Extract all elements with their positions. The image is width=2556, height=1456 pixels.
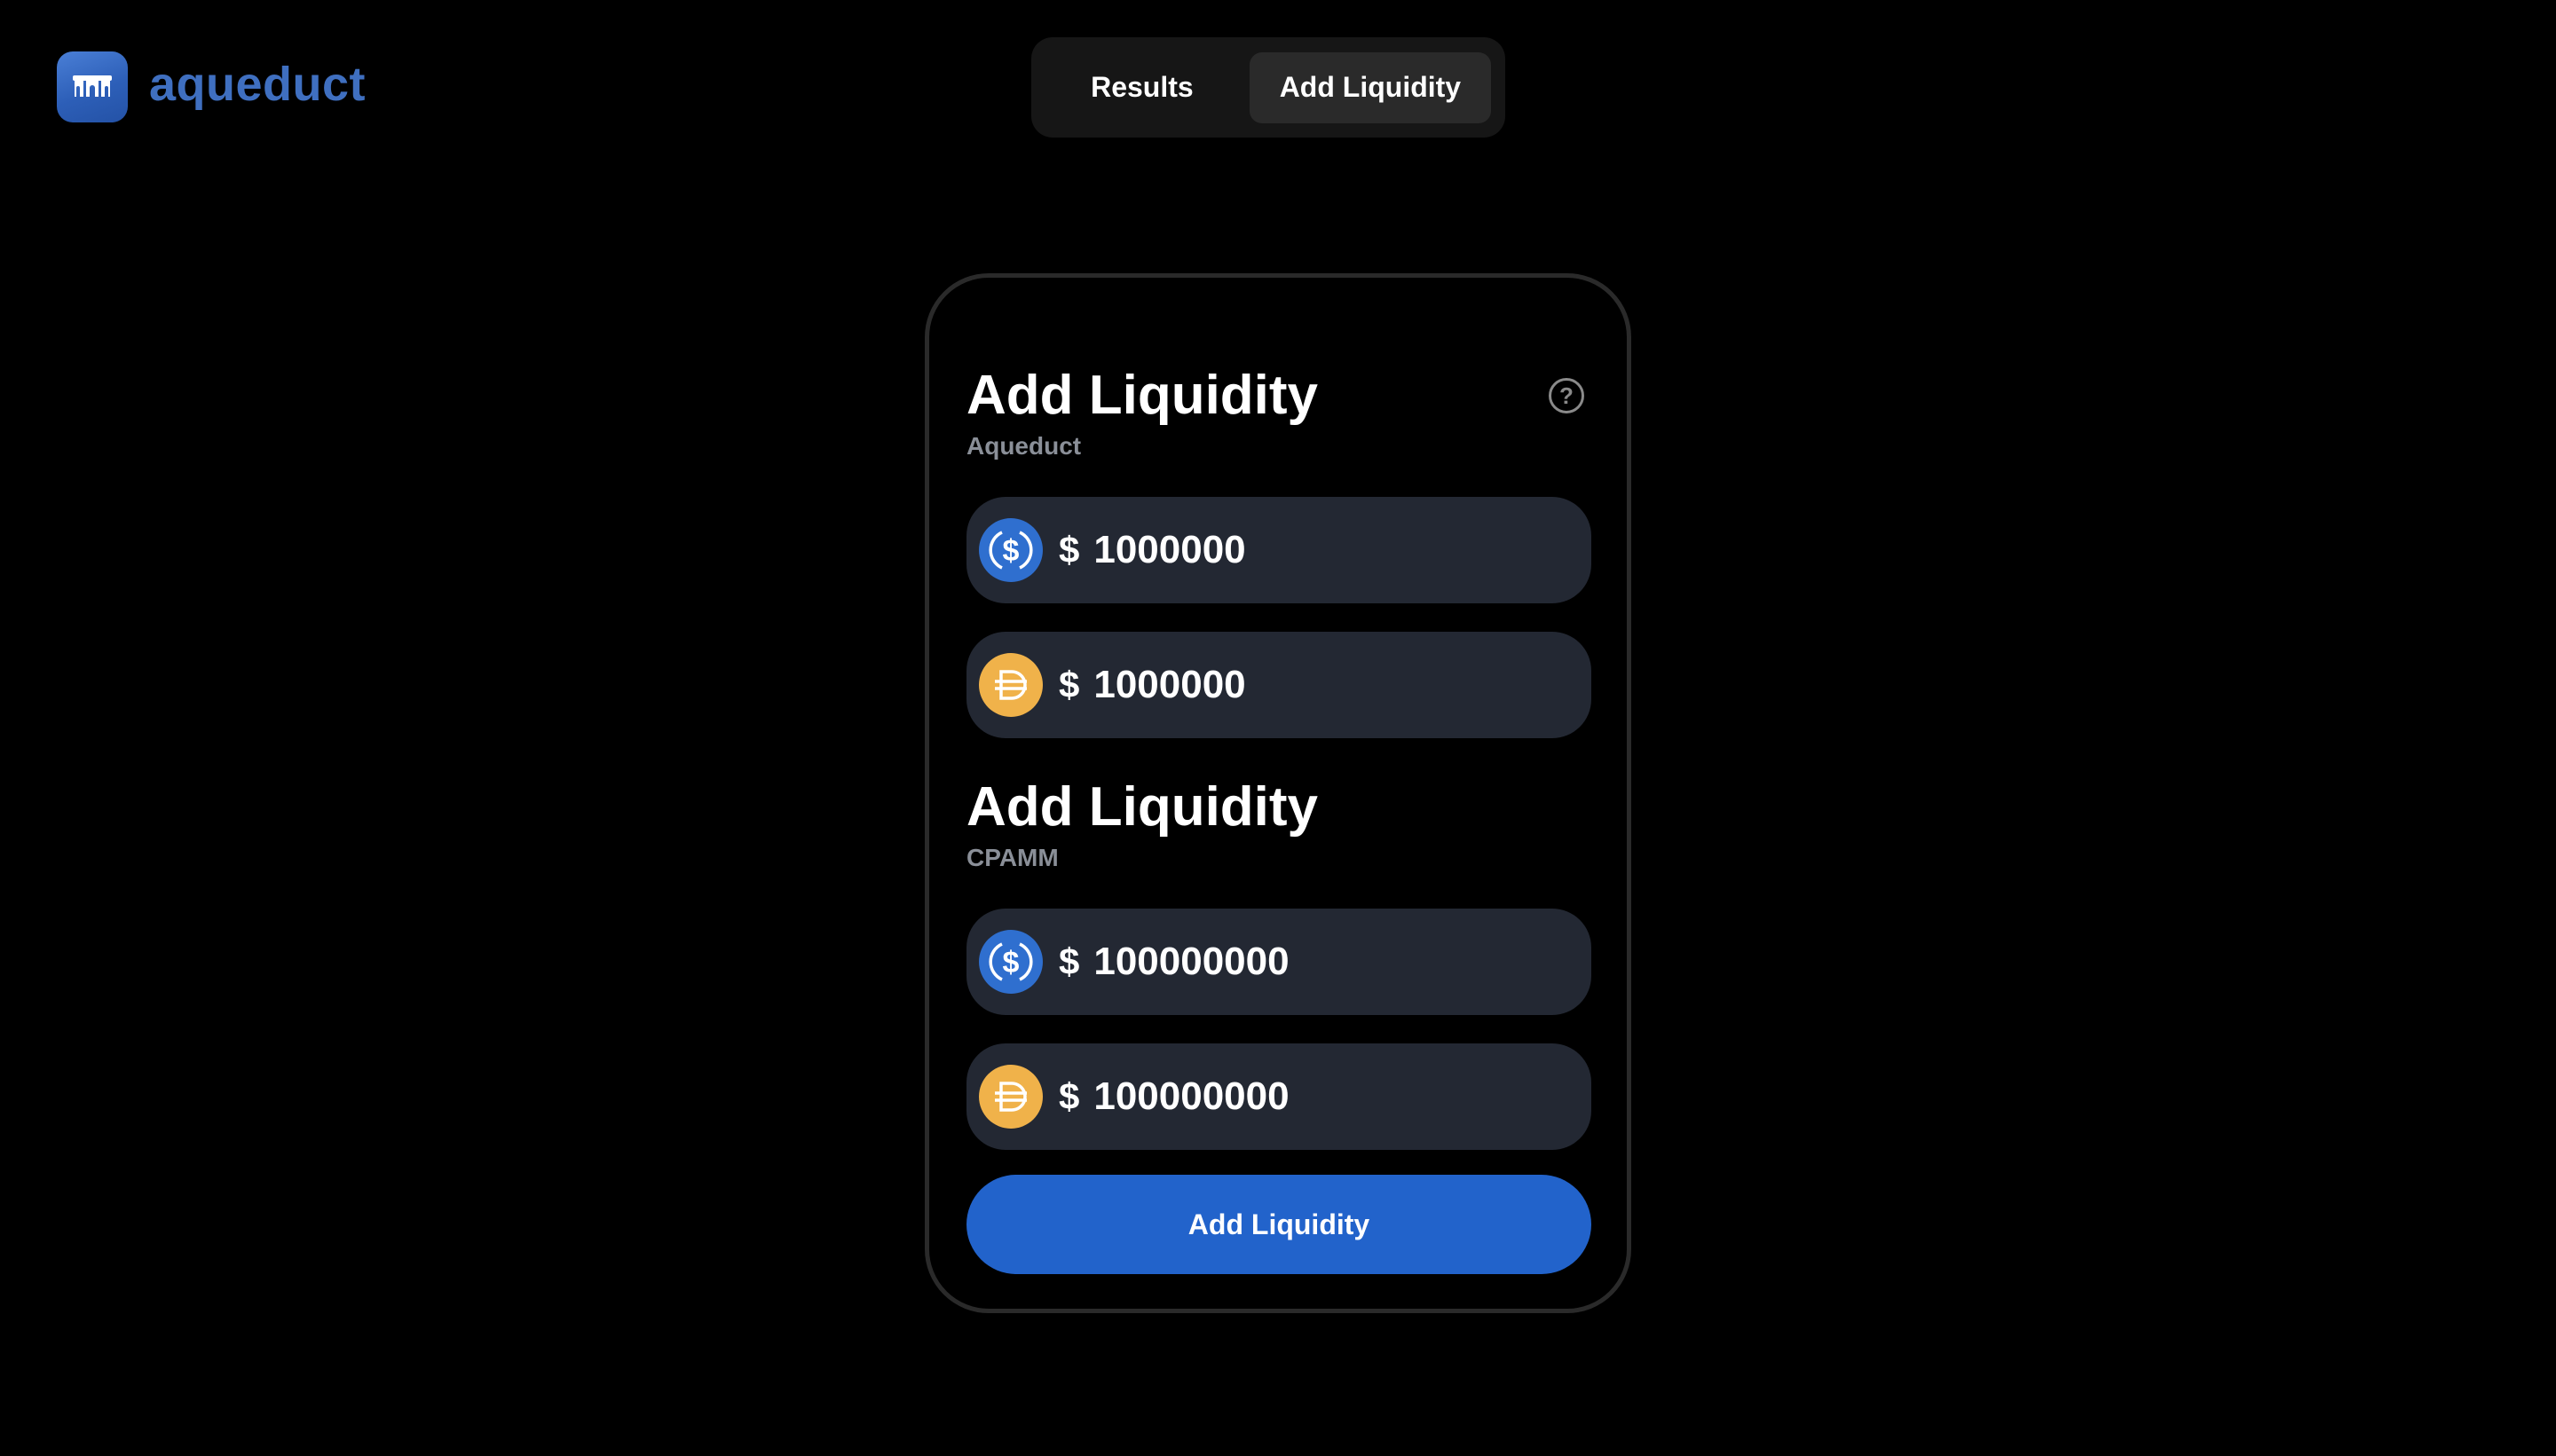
dai-icon: [979, 1065, 1043, 1129]
cpamm-dai-input-row: $: [966, 1043, 1591, 1150]
add-liquidity-card: Add Liquidity Aqueduct ? $ $ 1000000 $ 1…: [925, 273, 1631, 1313]
aqueduct-usdc-input-row: $ $: [966, 497, 1591, 603]
cpamm-usdc-input-row: $ $: [966, 909, 1591, 1015]
dai-icon: [979, 653, 1043, 717]
usdc-icon: $: [979, 518, 1043, 582]
svg-text:$: $: [1003, 946, 1020, 980]
tab-results[interactable]: Results: [1045, 52, 1239, 123]
cpamm-usdc-amount-input[interactable]: [1093, 940, 1556, 984]
svg-text:$: $: [1003, 534, 1020, 568]
currency-symbol: $: [1059, 940, 1080, 982]
brand-name: aqueduct: [149, 58, 367, 111]
add-liquidity-button[interactable]: Add Liquidity: [966, 1175, 1591, 1274]
aqueduct-dai-amount-input[interactable]: [1093, 663, 1556, 707]
top-nav-tabs: Results Add Liquidity: [1031, 37, 1505, 138]
aqueduct-usdc-amount-input[interactable]: [1093, 528, 1556, 572]
question-circle-icon[interactable]: ?: [1549, 378, 1584, 413]
brand-logo[interactable]: aqueduct: [57, 51, 366, 122]
section-title-cpamm: Add Liquidity: [966, 776, 1319, 838]
usdc-icon: $: [979, 930, 1043, 994]
tab-add-liquidity[interactable]: Add Liquidity: [1249, 51, 1491, 123]
section-subtitle-aqueduct: Aqueduct: [966, 432, 1082, 460]
section-title-aqueduct: Add Liquidity: [966, 365, 1319, 426]
currency-symbol: $: [1059, 1075, 1080, 1117]
currency-symbol: $: [1059, 529, 1080, 571]
currency-symbol: $: [1059, 664, 1080, 705]
section-subtitle-cpamm: CPAMM: [966, 844, 1059, 871]
aqueduct-dai-input-row: $: [966, 632, 1591, 738]
page: aqueduct Results Add Liquidity Add Liqui…: [0, 0, 2556, 1456]
aqueduct-logo-icon: [57, 51, 128, 122]
cpamm-dai-amount-input[interactable]: [1093, 1074, 1556, 1119]
